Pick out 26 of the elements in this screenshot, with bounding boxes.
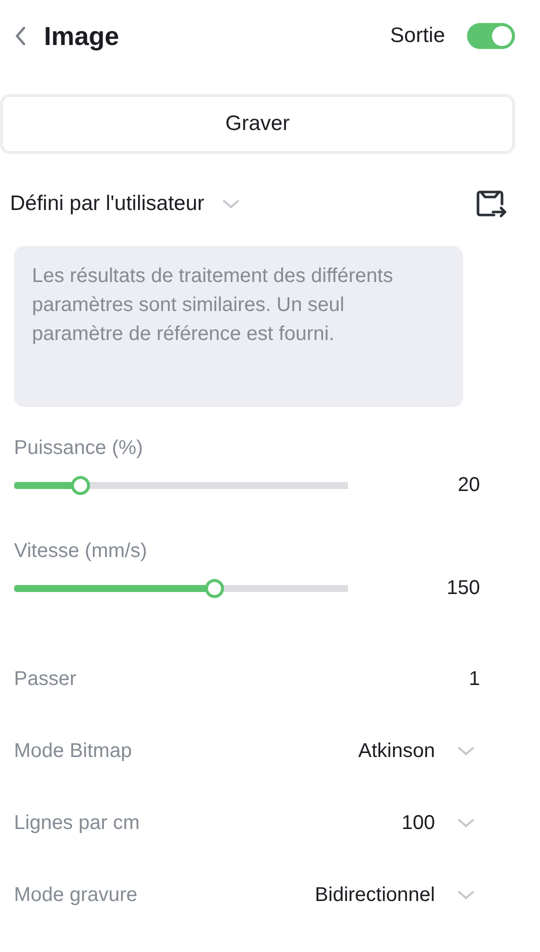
slider-thumb[interactable]: [204, 579, 224, 598]
slider-label: Vitesse (mm/s): [14, 540, 147, 562]
chevron-down-icon: [457, 818, 475, 828]
back-icon[interactable]: [14, 26, 26, 46]
page-title: Image: [44, 20, 120, 52]
info-note: Les résultats de traitement des différents paramètres sont similaires. Un seul paramètre de référence est fourni.: [14, 246, 463, 407]
slider-value: 20: [458, 474, 480, 496]
setting-dropdown[interactable]: Atkinson: [358, 740, 475, 762]
chevron-down-icon: [222, 199, 240, 209]
output-toggle[interactable]: [467, 23, 515, 49]
slider-thumb[interactable]: [71, 476, 90, 495]
setting-label: Mode Bitmap: [14, 740, 132, 762]
slider-label: Puissance (%): [14, 437, 143, 459]
setting-label: Lignes par cm: [14, 812, 140, 834]
preset-dropdown[interactable]: Défini par l'utilisateur: [10, 192, 240, 216]
slider-value: 150: [446, 576, 480, 600]
engrave-button[interactable]: Graver: [0, 94, 515, 154]
chevron-down-icon: [457, 746, 475, 756]
output-label: Sortie: [390, 24, 445, 48]
export-icon[interactable]: [475, 188, 507, 220]
chevron-down-icon: [457, 890, 475, 900]
setting-dropdown[interactable]: 100: [402, 812, 475, 834]
setting-label: Passer: [14, 668, 76, 690]
setting-label: Mode gravure: [14, 884, 138, 906]
setting-value[interactable]: 1: [468, 668, 480, 690]
setting-dropdown[interactable]: Bidirectionnel: [314, 884, 475, 906]
